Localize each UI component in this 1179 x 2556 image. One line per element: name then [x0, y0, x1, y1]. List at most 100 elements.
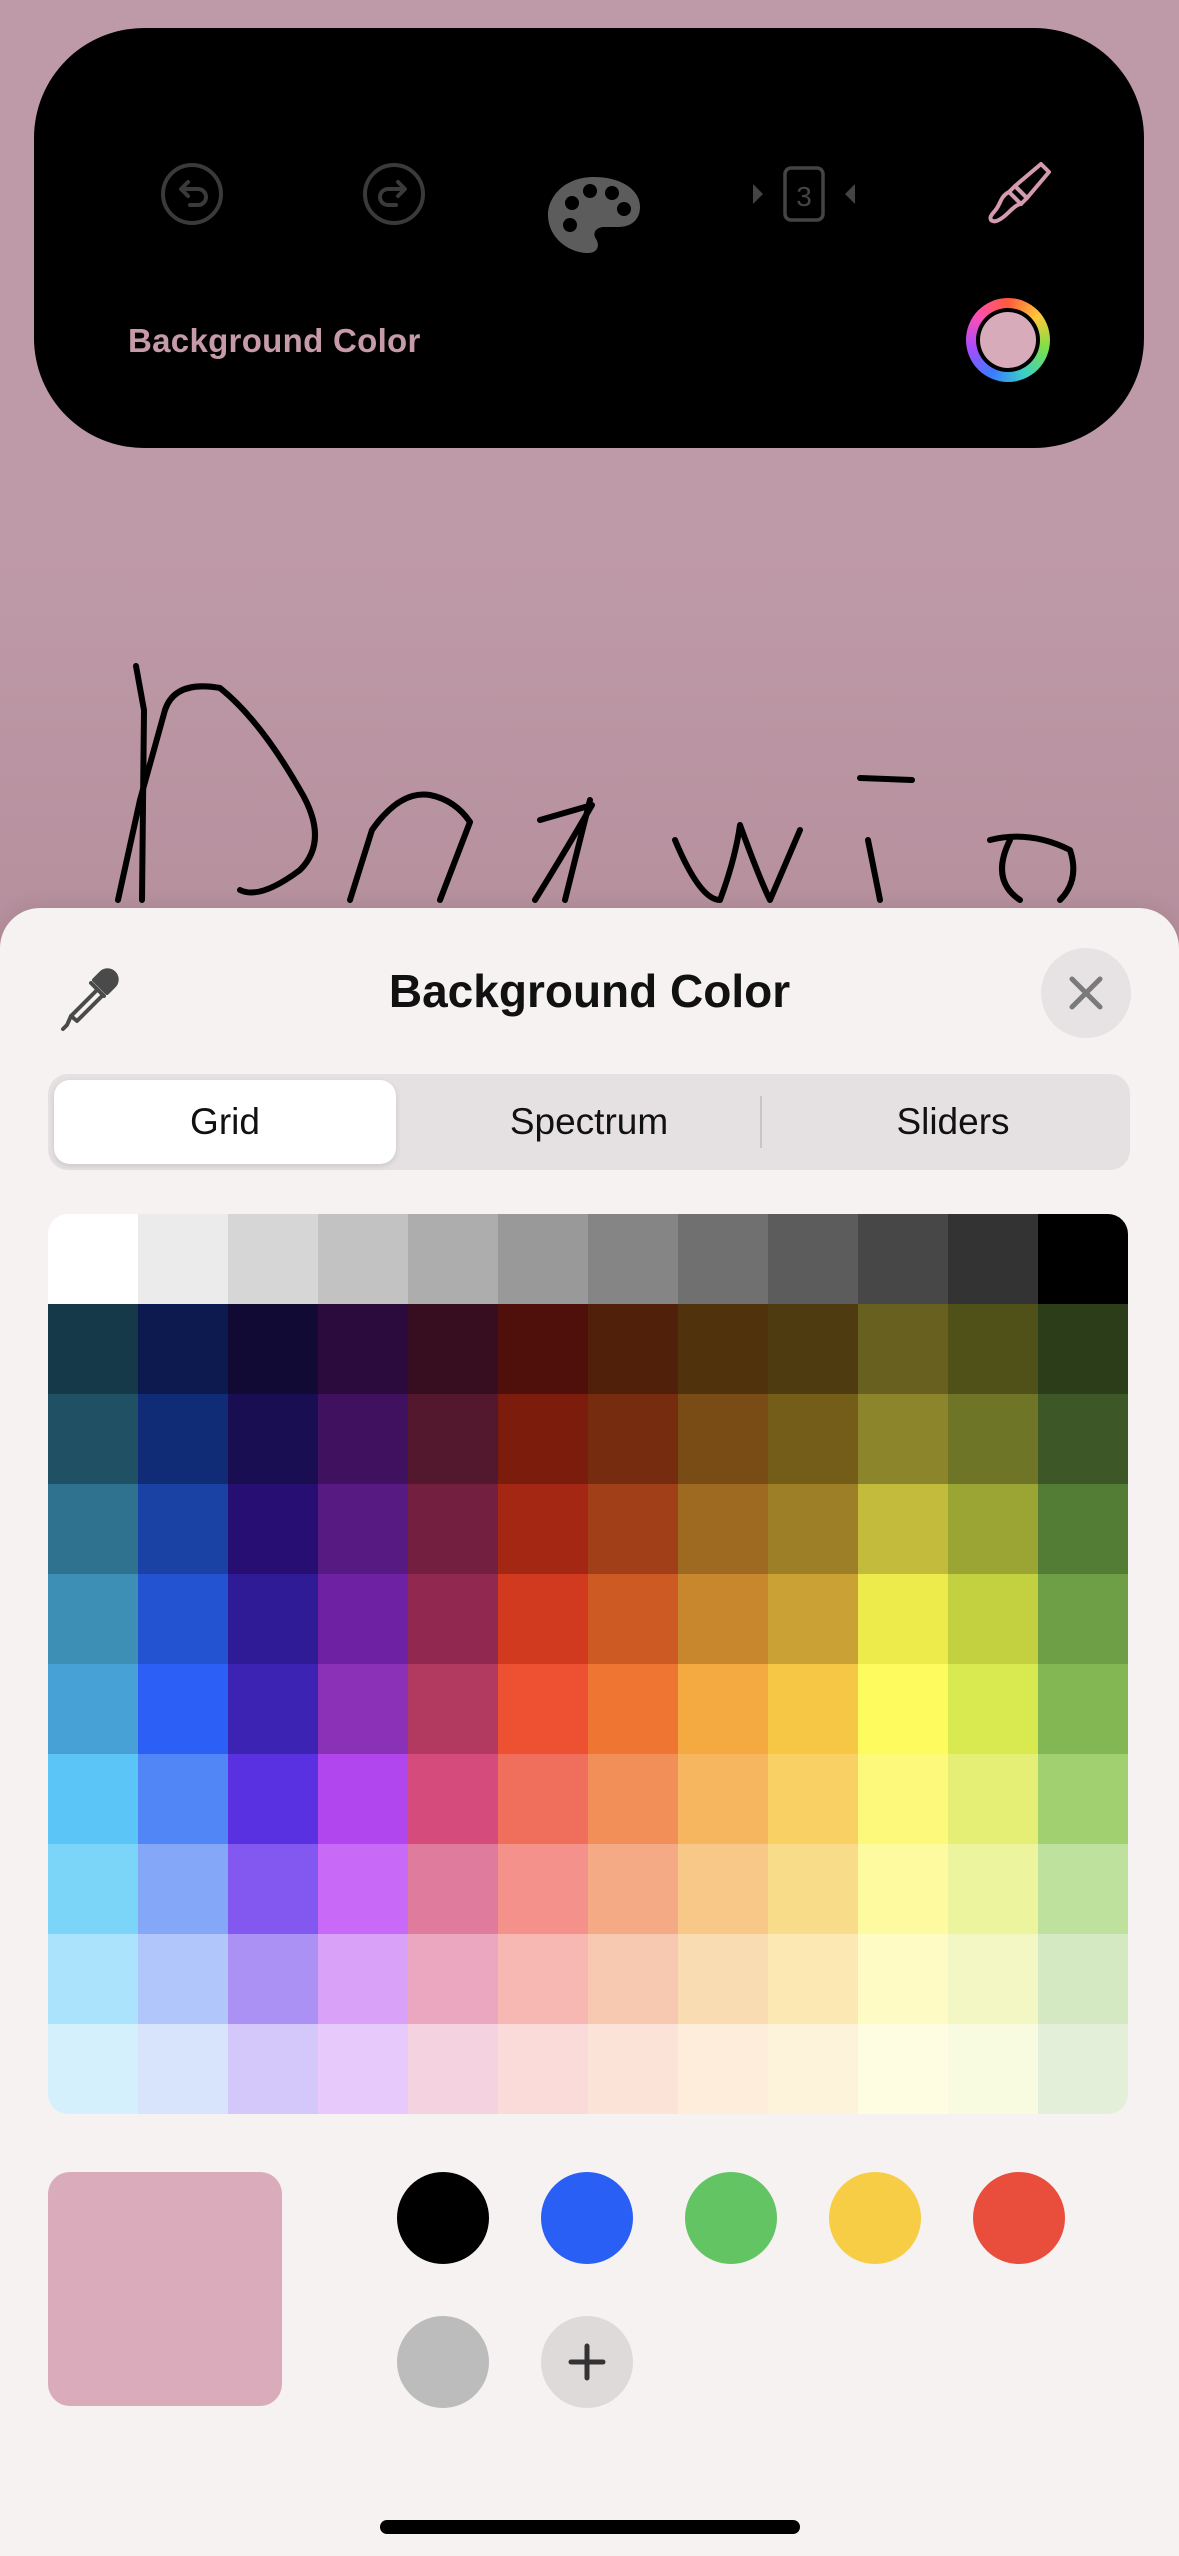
color-grid-cell[interactable] — [408, 1934, 498, 2024]
color-grid-cell[interactable] — [768, 1934, 858, 2024]
color-grid-cell[interactable] — [48, 1934, 138, 2024]
color-grid-cell[interactable] — [318, 1574, 408, 1664]
color-ring-button[interactable] — [966, 298, 1050, 382]
color-grid-cell[interactable] — [228, 1304, 318, 1394]
color-grid-cell[interactable] — [498, 1304, 588, 1394]
color-grid-cell[interactable] — [768, 1304, 858, 1394]
color-grid-cell[interactable] — [318, 1844, 408, 1934]
color-grid-cell[interactable] — [858, 1304, 948, 1394]
redo-button[interactable] — [324, 124, 464, 264]
color-grid-cell[interactable] — [678, 1484, 768, 1574]
color-grid-cell[interactable] — [1038, 1304, 1128, 1394]
color-grid-cell[interactable] — [138, 1214, 228, 1304]
saved-color-swatch[interactable] — [541, 2172, 633, 2264]
color-grid-cell[interactable] — [858, 1484, 948, 1574]
color-grid-cell[interactable] — [138, 2024, 228, 2114]
saved-color-swatch[interactable] — [397, 2316, 489, 2408]
color-grid-cell[interactable] — [318, 2024, 408, 2114]
color-grid-cell[interactable] — [498, 1934, 588, 2024]
color-grid-cell[interactable] — [318, 1304, 408, 1394]
color-grid-cell[interactable] — [768, 1574, 858, 1664]
color-grid-cell[interactable] — [588, 1214, 678, 1304]
color-grid-cell[interactable] — [948, 1664, 1038, 1754]
tab-spectrum[interactable]: Spectrum — [418, 1080, 760, 1164]
color-grid-cell[interactable] — [228, 1664, 318, 1754]
color-grid-cell[interactable] — [948, 1574, 1038, 1664]
color-grid-cell[interactable] — [408, 2024, 498, 2114]
color-grid-cell[interactable] — [1038, 1574, 1128, 1664]
color-grid-cell[interactable] — [408, 1574, 498, 1664]
color-grid-cell[interactable] — [48, 1844, 138, 1934]
color-grid-cell[interactable] — [678, 2024, 768, 2114]
color-grid-cell[interactable] — [138, 1394, 228, 1484]
color-grid-cell[interactable] — [1038, 1484, 1128, 1574]
saved-color-swatch[interactable] — [829, 2172, 921, 2264]
color-grid-cell[interactable] — [138, 1754, 228, 1844]
color-grid-cell[interactable] — [1038, 1214, 1128, 1304]
tab-grid[interactable]: Grid — [54, 1080, 396, 1164]
color-grid-cell[interactable] — [858, 2024, 948, 2114]
color-grid-cell[interactable] — [768, 1394, 858, 1484]
page-stepper-button[interactable]: 3 — [724, 124, 884, 264]
color-grid-cell[interactable] — [678, 1754, 768, 1844]
color-grid-cell[interactable] — [318, 1664, 408, 1754]
color-grid-cell[interactable] — [768, 1844, 858, 1934]
color-grid-cell[interactable] — [498, 1844, 588, 1934]
color-grid-cell[interactable] — [498, 1214, 588, 1304]
color-grid-cell[interactable] — [858, 1214, 948, 1304]
saved-color-swatch[interactable] — [973, 2172, 1065, 2264]
color-grid-cell[interactable] — [858, 1574, 948, 1664]
color-grid-cell[interactable] — [948, 1934, 1038, 2024]
color-grid-cell[interactable] — [408, 1664, 498, 1754]
color-grid-cell[interactable] — [318, 1394, 408, 1484]
color-grid-cell[interactable] — [228, 2024, 318, 2114]
color-grid-cell[interactable] — [138, 1664, 228, 1754]
color-grid-cell[interactable] — [948, 1394, 1038, 1484]
color-grid-cell[interactable] — [408, 1844, 498, 1934]
color-grid-cell[interactable] — [498, 1664, 588, 1754]
color-grid-cell[interactable] — [318, 1934, 408, 2024]
color-grid-cell[interactable] — [1038, 2024, 1128, 2114]
color-grid-cell[interactable] — [858, 1394, 948, 1484]
brush-button[interactable] — [944, 124, 1094, 264]
color-grid-cell[interactable] — [858, 1934, 948, 2024]
color-grid-cell[interactable] — [48, 1304, 138, 1394]
color-grid-cell[interactable] — [768, 2024, 858, 2114]
color-grid-cell[interactable] — [48, 1664, 138, 1754]
color-grid-cell[interactable] — [1038, 1394, 1128, 1484]
color-grid-cell[interactable] — [138, 1574, 228, 1664]
undo-button[interactable] — [122, 124, 262, 264]
color-grid-cell[interactable] — [408, 1484, 498, 1574]
color-grid-cell[interactable] — [588, 1484, 678, 1574]
color-grid-cell[interactable] — [948, 1304, 1038, 1394]
color-grid-cell[interactable] — [678, 1304, 768, 1394]
color-grid-cell[interactable] — [768, 1484, 858, 1574]
color-grid-cell[interactable] — [498, 1484, 588, 1574]
color-grid-cell[interactable] — [1038, 1844, 1128, 1934]
color-grid-cell[interactable] — [228, 1394, 318, 1484]
color-grid-cell[interactable] — [948, 1214, 1038, 1304]
color-grid-cell[interactable] — [318, 1754, 408, 1844]
color-grid-cell[interactable] — [408, 1214, 498, 1304]
color-grid-cell[interactable] — [498, 2024, 588, 2114]
color-grid-cell[interactable] — [588, 1394, 678, 1484]
color-grid-cell[interactable] — [408, 1754, 498, 1844]
color-grid-cell[interactable] — [858, 1754, 948, 1844]
color-grid-cell[interactable] — [228, 1574, 318, 1664]
color-grid-cell[interactable] — [138, 1484, 228, 1574]
color-grid-cell[interactable] — [318, 1484, 408, 1574]
color-grid-cell[interactable] — [498, 1754, 588, 1844]
color-grid-cell[interactable] — [678, 1934, 768, 2024]
color-grid-cell[interactable] — [588, 1664, 678, 1754]
color-grid-cell[interactable] — [138, 1304, 228, 1394]
color-grid-cell[interactable] — [48, 1754, 138, 1844]
color-grid-cell[interactable] — [678, 1394, 768, 1484]
color-grid-cell[interactable] — [678, 1574, 768, 1664]
color-grid-cell[interactable] — [228, 1934, 318, 2024]
color-grid-cell[interactable] — [588, 1934, 678, 2024]
color-grid-cell[interactable] — [48, 1394, 138, 1484]
color-grid-cell[interactable] — [138, 1934, 228, 2024]
color-grid-cell[interactable] — [678, 1664, 768, 1754]
color-grid-cell[interactable] — [948, 1844, 1038, 1934]
add-swatch-button[interactable] — [541, 2316, 633, 2408]
